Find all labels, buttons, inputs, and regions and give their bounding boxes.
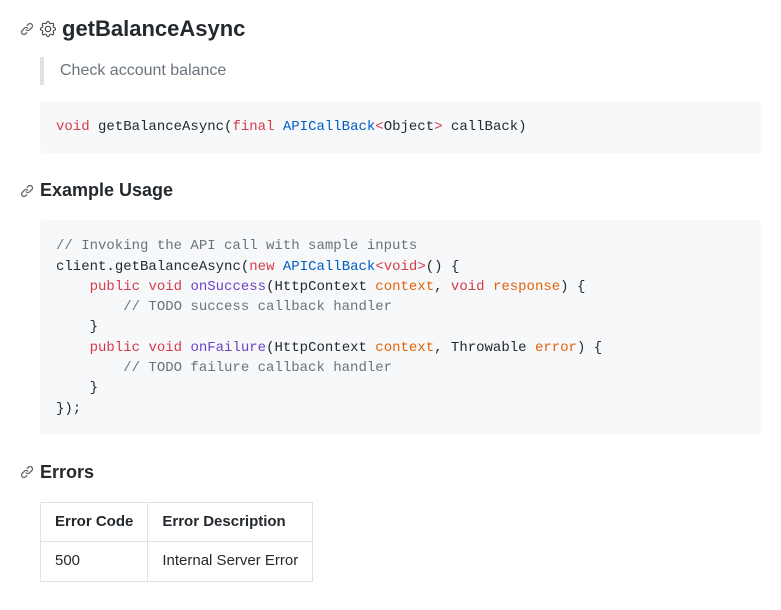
table-header-row: Error Code Error Description [41, 502, 313, 542]
col-error-description: Error Description [148, 502, 313, 542]
link-icon[interactable] [20, 184, 34, 198]
link-icon[interactable] [20, 465, 34, 479]
method-description: Check account balance [40, 57, 761, 85]
example-usage-heading: Example Usage [20, 177, 761, 204]
errors-table: Error Code Error Description 500 Interna… [40, 502, 313, 582]
method-name: getBalanceAsync [62, 12, 245, 45]
col-error-code: Error Code [41, 502, 148, 542]
example-heading-text: Example Usage [40, 177, 173, 204]
method-signature: void getBalanceAsync(final APICallBack<O… [40, 101, 761, 153]
example-code: // Invoking the API call with sample inp… [40, 220, 761, 435]
errors-heading-text: Errors [40, 459, 94, 486]
method-heading: getBalanceAsync [20, 12, 761, 45]
link-icon[interactable] [20, 22, 34, 36]
gear-icon [40, 21, 56, 37]
errors-heading: Errors [20, 459, 761, 486]
